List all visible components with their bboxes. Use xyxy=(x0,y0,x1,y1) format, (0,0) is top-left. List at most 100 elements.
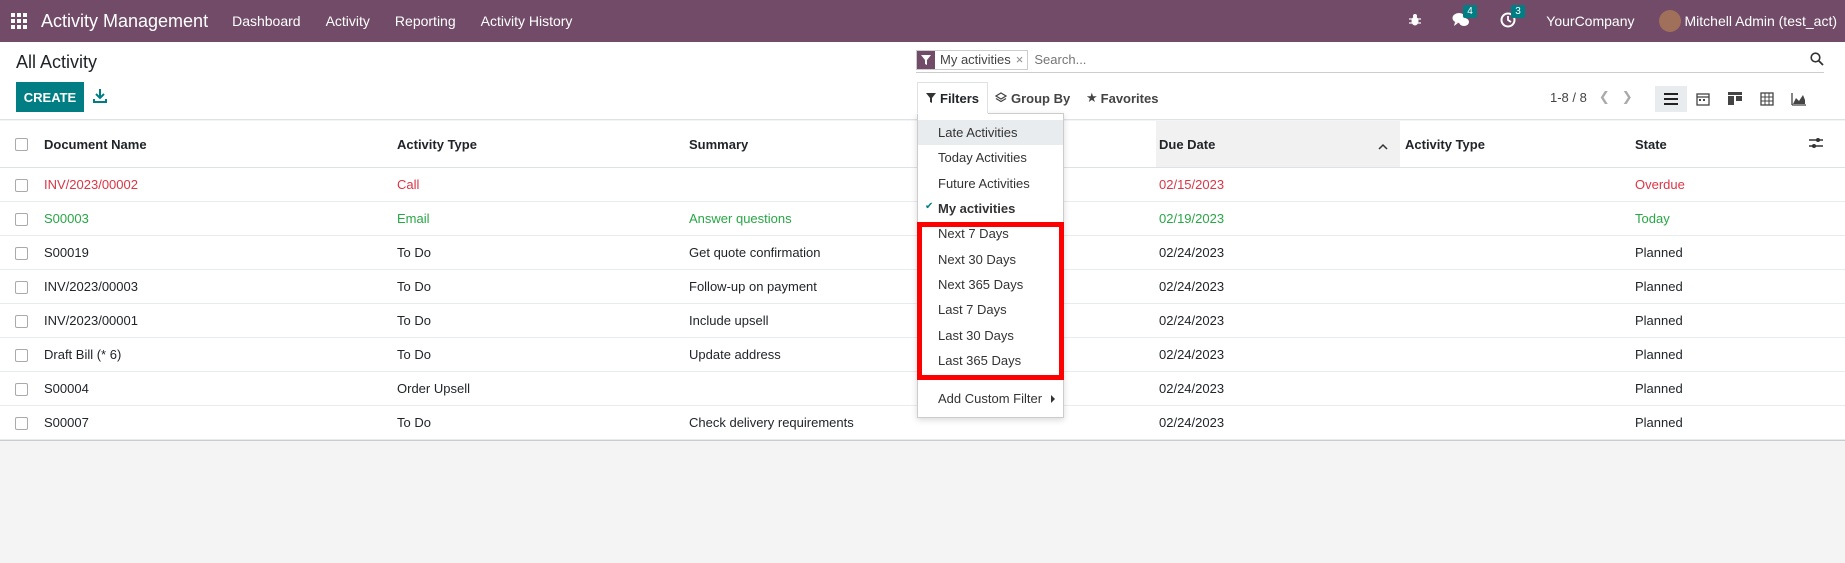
cell-document: S00004 xyxy=(44,381,89,396)
cell-activity-type: To Do xyxy=(397,245,431,260)
cell-summary: Check delivery requirements xyxy=(689,415,854,430)
col-state[interactable]: State xyxy=(1635,121,1667,167)
page-title: All Activity xyxy=(16,52,98,72)
row-checkbox[interactable] xyxy=(15,348,28,362)
cell-state: Planned xyxy=(1635,415,1683,430)
search-bar: My activities × xyxy=(916,47,1824,73)
cell-summary: Include upsell xyxy=(689,313,769,328)
filters-label: Filters xyxy=(940,90,980,106)
cell-activity-type: Email xyxy=(397,211,430,226)
filter-next-7-days[interactable]: Next 7 Days xyxy=(918,221,1063,246)
search-input[interactable] xyxy=(1034,52,1735,67)
user-name: Mitchell Admin (test_act) xyxy=(1684,13,1838,29)
filter-future-activities[interactable]: Future Activities xyxy=(918,171,1063,196)
filter-icon xyxy=(917,50,935,69)
activities-clock-icon[interactable]: 3 xyxy=(1500,4,1525,31)
menu-dashboard[interactable]: Dashboard xyxy=(232,13,301,29)
cell-summary: Get quote confirmation xyxy=(689,245,821,260)
groupby-toggle[interactable]: Group By xyxy=(995,82,1070,114)
col-activity-type-2[interactable]: Activity Type xyxy=(1405,121,1485,167)
view-switcher xyxy=(1655,86,1815,112)
chevron-left-icon[interactable]: ❮ xyxy=(1599,89,1610,105)
filter-funnel-icon xyxy=(926,93,936,103)
filter-next-30-days[interactable]: Next 30 Days xyxy=(918,247,1063,272)
search-facet: My activities × xyxy=(916,49,1029,70)
row-checkbox[interactable] xyxy=(15,212,28,226)
debug-icon[interactable] xyxy=(1408,13,1422,30)
menu-activity[interactable]: Activity xyxy=(326,13,370,29)
cell-state: Planned xyxy=(1635,347,1683,362)
pager-value[interactable]: 1-8 / 8 xyxy=(1550,90,1587,105)
select-all-checkbox[interactable] xyxy=(15,138,28,151)
row-checkbox[interactable] xyxy=(15,382,28,396)
calendar-view-icon[interactable] xyxy=(1687,86,1719,112)
col-due-date-label: Due Date xyxy=(1159,136,1216,152)
pager: 1-8 / 8 ❮ ❯ xyxy=(1550,89,1633,105)
filter-last-30-days[interactable]: Last 30 Days xyxy=(918,323,1063,348)
cell-activity-type: To Do xyxy=(397,347,431,362)
add-custom-filter-label: Add Custom Filter xyxy=(938,391,1043,406)
company-switcher[interactable]: YourCompany xyxy=(1546,13,1634,29)
kanban-view-icon[interactable] xyxy=(1719,86,1751,112)
user-menu[interactable]: Mitchell Admin (test_act) xyxy=(1658,10,1838,32)
cell-summary: Update address xyxy=(689,347,781,362)
row-checkbox[interactable] xyxy=(15,314,28,328)
groupby-label: Group By xyxy=(1011,90,1071,106)
filter-late-activities[interactable]: Late Activities xyxy=(918,120,1063,145)
filters-toggle[interactable]: Filters xyxy=(917,82,989,114)
menu-reporting[interactable]: Reporting xyxy=(395,13,456,29)
favorites-toggle[interactable]: ★ Favorites xyxy=(1086,82,1158,114)
row-checkbox[interactable] xyxy=(15,178,28,192)
cell-document: INV/2023/00003 xyxy=(44,279,138,294)
cell-summary: Follow-up on payment xyxy=(689,279,817,294)
layers-icon xyxy=(995,92,1007,103)
row-checkbox[interactable] xyxy=(15,416,28,430)
cell-activity-type: To Do xyxy=(397,313,431,328)
col-summary[interactable]: Summary xyxy=(689,121,748,167)
filter-my-activities-label: My activities xyxy=(938,201,1016,216)
cell-due-date: 02/24/2023 xyxy=(1159,279,1225,294)
cell-summary: Answer questions xyxy=(689,211,792,226)
facet-remove-icon[interactable]: × xyxy=(1016,52,1028,67)
cell-activity-type: To Do xyxy=(397,279,431,294)
dropdown-divider xyxy=(918,378,1063,379)
graph-view-icon[interactable] xyxy=(1783,86,1815,112)
filter-next-365-days[interactable]: Next 365 Days xyxy=(918,272,1063,297)
create-button[interactable]: CREATE xyxy=(16,82,84,112)
cell-document: INV/2023/00002 xyxy=(44,177,138,192)
row-checkbox[interactable] xyxy=(15,280,28,294)
list-view-icon[interactable] xyxy=(1655,86,1687,112)
col-document-name[interactable]: Document Name xyxy=(44,121,147,167)
filter-my-activities[interactable]: ✔ My activities xyxy=(918,196,1063,221)
row-checkbox[interactable] xyxy=(15,246,28,260)
messages-count-badge: 4 xyxy=(1463,4,1477,18)
messages-icon[interactable]: 4 xyxy=(1452,4,1477,31)
pivot-view-icon[interactable] xyxy=(1751,86,1783,112)
cell-due-date: 02/19/2023 xyxy=(1159,211,1225,226)
cell-state: Planned xyxy=(1635,381,1683,396)
menu-activity-history[interactable]: Activity History xyxy=(481,13,573,29)
cell-document: S00019 xyxy=(44,245,89,260)
favorites-label: Favorites xyxy=(1100,90,1159,106)
app-brand[interactable]: Activity Management xyxy=(41,11,208,32)
filter-last-365-days[interactable]: Last 365 Days xyxy=(918,348,1063,373)
sort-asc-icon xyxy=(1378,138,1388,153)
apps-menu-icon[interactable] xyxy=(11,13,27,29)
cell-document: S00007 xyxy=(44,415,89,430)
download-icon[interactable] xyxy=(93,88,107,104)
cell-due-date: 02/15/2023 xyxy=(1159,177,1225,192)
cell-due-date: 02/24/2023 xyxy=(1159,381,1225,396)
search-icon[interactable] xyxy=(1810,52,1824,71)
col-activity-type[interactable]: Activity Type xyxy=(397,121,477,167)
cell-due-date: 02/24/2023 xyxy=(1159,313,1225,328)
optional-columns-icon[interactable] xyxy=(1809,137,1823,152)
col-due-date[interactable]: Due Date xyxy=(1156,121,1400,167)
filter-last-7-days[interactable]: Last 7 Days xyxy=(918,297,1063,322)
cell-state: Overdue xyxy=(1635,177,1685,192)
chevron-right-icon[interactable]: ❯ xyxy=(1622,89,1633,105)
checkmark-icon: ✔ xyxy=(925,201,934,212)
facet-value: My activities xyxy=(940,52,1011,67)
add-custom-filter[interactable]: Add Custom Filter xyxy=(918,386,1063,411)
cell-due-date: 02/24/2023 xyxy=(1159,415,1225,430)
filter-today-activities[interactable]: Today Activities xyxy=(918,145,1063,170)
